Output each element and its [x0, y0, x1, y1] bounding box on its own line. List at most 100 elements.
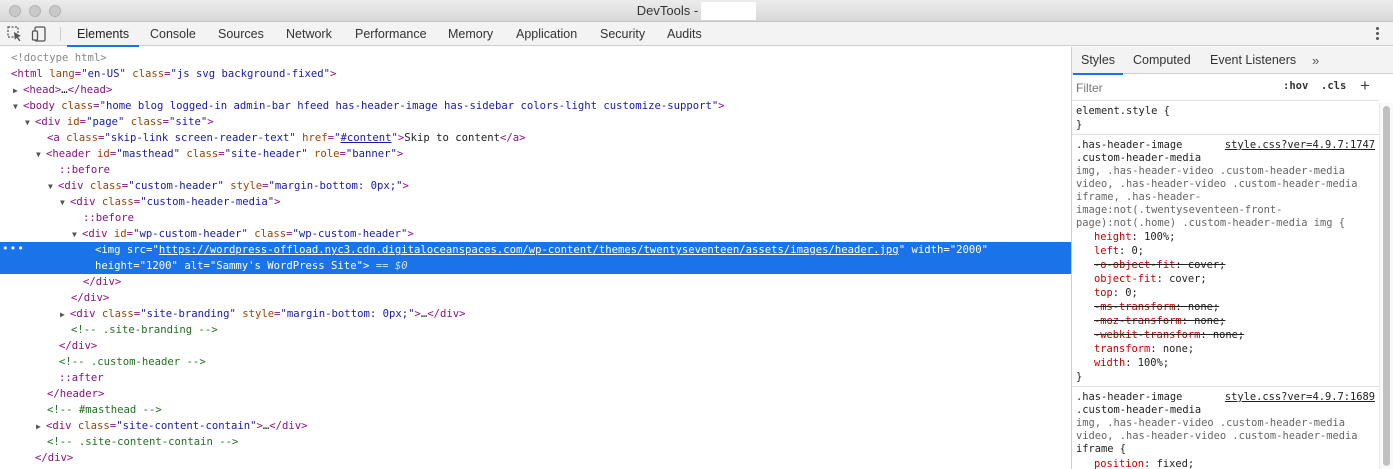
css-declaration-overridden[interactable]: -moz-transform: none;: [1094, 315, 1225, 328]
tree-line-div-page[interactable]: ▼ <div id="page" class="site">: [0, 114, 1071, 130]
tree-line-header[interactable]: ▼ <header id="masthead" class="site-heade…: [0, 146, 1071, 162]
rule-selector: img, .has-header-video .custom-header-me…: [1076, 417, 1345, 429]
tree-line-close-div[interactable]: </div>: [0, 338, 1071, 354]
toolbar-separator: [60, 27, 61, 41]
class-toggle[interactable]: .cls: [1321, 80, 1346, 92]
rule-close-brace: }: [1076, 371, 1083, 383]
tree-line-site-branding[interactable]: ▶ <div class="site-branding" style="margi…: [0, 306, 1071, 322]
tree-line-custom-header-media[interactable]: ▼ <div class="custom-header-media">: [0, 194, 1071, 210]
rule-selector: .has-header-image: [1076, 139, 1183, 151]
expand-triangle-icon[interactable]: ▶: [13, 83, 23, 99]
tree-line-custom-header[interactable]: ▼ <div class="custom-header" style="margi…: [0, 178, 1071, 194]
tree-line-wp-custom-header[interactable]: ▼ <div id="wp-custom-header" class="wp-cu…: [0, 226, 1071, 242]
rule-selector: .has-header-image: [1076, 391, 1183, 403]
rule-selector: iframe {: [1076, 443, 1127, 455]
tab-elements[interactable]: Elements: [66, 22, 140, 47]
rule-close-brace: }: [1076, 119, 1083, 131]
tree-line-close-div[interactable]: </div>: [0, 274, 1071, 290]
rule-selector: element.style {: [1076, 105, 1170, 117]
tab-network[interactable]: Network: [286, 22, 332, 46]
img-src-link[interactable]: https://wordpress-offload.nyc3.cdn.digit…: [159, 244, 899, 256]
content-anchor-link[interactable]: #content: [340, 132, 391, 144]
css-declaration[interactable]: position: fixed;: [1094, 458, 1194, 469]
rule-selector: .custom-header-media: [1076, 152, 1202, 164]
collapse-triangle-icon[interactable]: ▼: [72, 227, 82, 243]
css-declaration[interactable]: height: 100%;: [1094, 231, 1175, 244]
devtools-toolbar: Elements Console Sources Network Perform…: [0, 22, 1393, 47]
rule-selector: video, .has-header-video .custom-header-…: [1076, 178, 1358, 190]
css-declaration-overridden[interactable]: -webkit-transform: none;: [1094, 329, 1244, 342]
tree-line-head[interactable]: ▶ <head>…</head>: [0, 82, 1071, 98]
customize-menu-icon[interactable]: [1376, 27, 1380, 41]
window-title: DevTools -: [636, 3, 699, 18]
tree-line-close-header[interactable]: </header>: [0, 386, 1071, 402]
tab-styles[interactable]: Styles: [1072, 47, 1124, 75]
more-actions-icon[interactable]: •••: [2, 242, 25, 256]
collapse-triangle-icon[interactable]: ▼: [48, 179, 58, 195]
tree-line-img-selected-cont[interactable]: height="1200" alt="Sammy's WordPress Sit…: [0, 258, 1071, 274]
rule-selector: video, .has-header-video .custom-header-…: [1076, 430, 1358, 442]
more-tabs-chevron-icon[interactable]: »: [1312, 47, 1319, 74]
expand-triangle-icon[interactable]: ▶: [36, 419, 46, 435]
rule-selector: .custom-header-media: [1076, 404, 1202, 416]
tree-line-before-pseudo[interactable]: ::before: [0, 162, 1071, 178]
tab-audits[interactable]: Audits: [667, 22, 702, 46]
tree-line-comment[interactable]: <!-- #masthead -->: [0, 402, 1071, 418]
css-declaration[interactable]: width: 100%;: [1094, 357, 1169, 370]
styles-sidebar: Styles Computed Event Listeners » :hov .…: [1072, 47, 1393, 469]
inspect-element-icon[interactable]: [6, 25, 24, 43]
tree-line-html[interactable]: <html lang="en-US" class="js svg backgro…: [0, 66, 1071, 82]
new-style-rule-icon[interactable]: +: [1360, 76, 1370, 96]
tree-line-comment[interactable]: <!-- .site-branding -->: [0, 322, 1071, 338]
tab-console[interactable]: Console: [150, 22, 196, 46]
tree-line-before-pseudo-2[interactable]: ::before: [0, 210, 1071, 226]
tab-application[interactable]: Application: [516, 22, 577, 46]
tree-line-close-div[interactable]: </div>: [0, 290, 1071, 306]
tree-line-img-selected[interactable]: ••• <img src="https://wordpress-offload.n…: [0, 242, 1071, 258]
tree-line-site-content[interactable]: ▶ <div class="site-content-contain">…</di…: [0, 418, 1071, 434]
tab-performance[interactable]: Performance: [355, 22, 427, 46]
rule-source-link[interactable]: style.css?ver=4.9.7:1747: [1225, 139, 1375, 152]
tree-line-comment[interactable]: <!-- .site-content-contain -->: [0, 434, 1071, 450]
tree-line-after-pseudo[interactable]: ::after: [0, 370, 1071, 386]
css-declaration[interactable]: object-fit: cover;: [1094, 273, 1207, 286]
expand-triangle-icon[interactable]: ▶: [60, 307, 70, 323]
collapse-triangle-icon[interactable]: ▼: [13, 99, 23, 115]
css-declaration-overridden[interactable]: -ms-transform: none;: [1094, 301, 1219, 314]
tab-computed[interactable]: Computed: [1133, 47, 1191, 74]
tree-line-body[interactable]: ▼ <body class="home blog logged-in admin-…: [0, 98, 1071, 114]
rule-source-link[interactable]: style.css?ver=4.9.7:1689: [1225, 391, 1375, 404]
sidebar-tabbar: Styles Computed Event Listeners »: [1072, 47, 1393, 75]
element-style-rule[interactable]: element.style { }: [1072, 102, 1379, 135]
css-declaration[interactable]: top: 0;: [1094, 287, 1138, 300]
styles-filter-input[interactable]: [1076, 78, 1276, 98]
redacted-title-box: [701, 2, 757, 20]
style-rules-list: element.style { } style.css?ver=4.9.7:17…: [1072, 102, 1379, 469]
css-declaration-overridden[interactable]: -o-object-fit: cover;: [1094, 259, 1225, 272]
window-title-bar: DevTools -: [0, 0, 1393, 22]
tab-memory[interactable]: Memory: [448, 22, 493, 46]
rule-selector: page):not(.home) .custom-header-media im…: [1076, 217, 1345, 229]
css-declaration[interactable]: left: 0;: [1094, 245, 1144, 258]
collapse-triangle-icon[interactable]: ▼: [25, 115, 35, 131]
rule-selector: img, .has-header-video .custom-header-me…: [1076, 165, 1345, 177]
css-rule[interactable]: style.css?ver=4.9.7:1747 .has-header-ima…: [1072, 135, 1379, 387]
tab-event-listeners[interactable]: Event Listeners: [1210, 47, 1296, 74]
tree-line-doctype[interactable]: <!doctype html>: [0, 50, 1071, 66]
selected-node-marker: == $0: [375, 260, 408, 272]
hover-state-toggle[interactable]: :hov: [1283, 80, 1308, 92]
collapse-triangle-icon[interactable]: ▼: [36, 147, 46, 163]
tree-line-close-div[interactable]: </div>: [0, 450, 1071, 466]
tree-line-comment[interactable]: <!-- .custom-header -->: [0, 354, 1071, 370]
styles-scrollbar-thumb[interactable]: [1383, 106, 1390, 466]
rule-selector: image:not(.twentyseventeen-front-: [1076, 204, 1283, 216]
device-toolbar-icon[interactable]: [31, 25, 49, 43]
tree-line-skip-link[interactable]: <a class="skip-link screen-reader-text" …: [0, 130, 1071, 146]
collapse-triangle-icon[interactable]: ▼: [60, 195, 70, 211]
styles-filter-bar: :hov .cls +: [1072, 75, 1379, 101]
rule-selector: iframe, .has-header-: [1076, 191, 1202, 203]
css-declaration[interactable]: transform: none;: [1094, 343, 1194, 356]
tab-security[interactable]: Security: [600, 22, 645, 46]
css-rule[interactable]: style.css?ver=4.9.7:1689 .has-header-ima…: [1072, 387, 1379, 469]
tab-sources[interactable]: Sources: [218, 22, 264, 46]
